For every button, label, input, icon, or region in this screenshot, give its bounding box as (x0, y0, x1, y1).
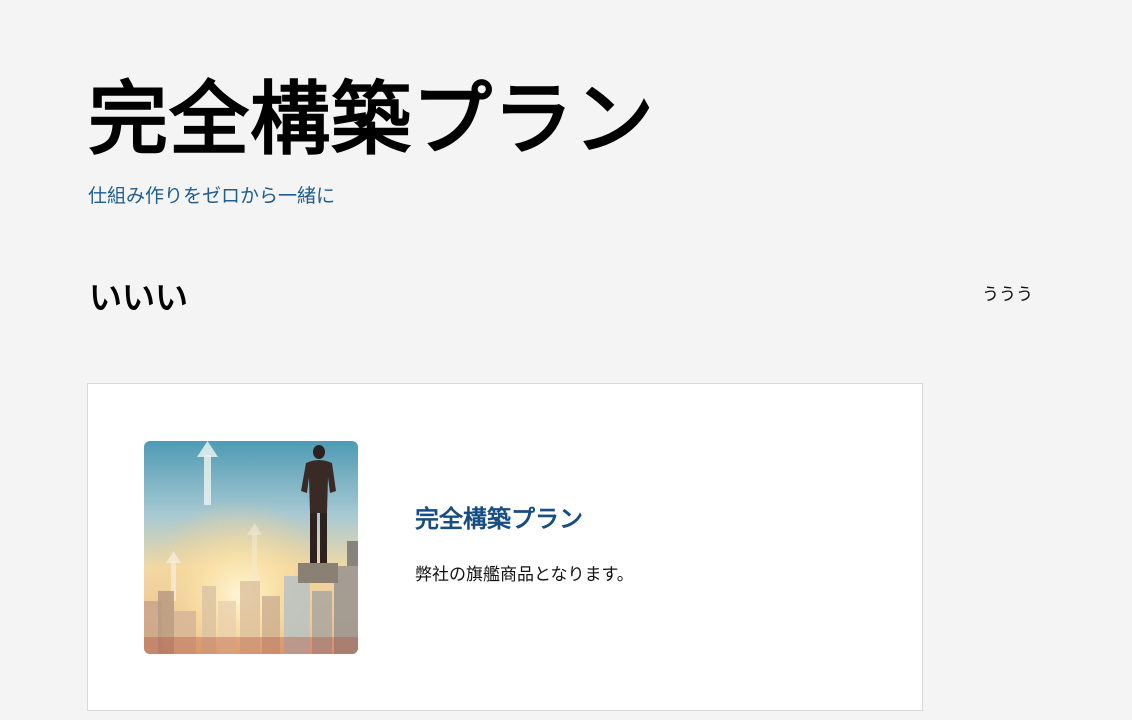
page-title: 完全構築プラン (88, 73, 655, 166)
section-heading: いいい (89, 278, 188, 317)
plan-card-title[interactable]: 完全構築プラン (415, 502, 583, 536)
page-subtitle: 仕組み作りをゼロから一緒に (88, 185, 336, 207)
businessman-skyline-image (144, 441, 358, 654)
plan-card-description: 弊社の旗艦商品となります。 (415, 565, 634, 585)
page: 完全構築プラン 仕組み作りをゼロから一緒に いいい ううう 完全構築プラン 弊社… (0, 0, 1132, 720)
side-link[interactable]: ううう (982, 283, 1033, 307)
plan-card[interactable]: 完全構築プラン 弊社の旗艦商品となります。 (87, 383, 923, 711)
plan-image (144, 441, 358, 654)
